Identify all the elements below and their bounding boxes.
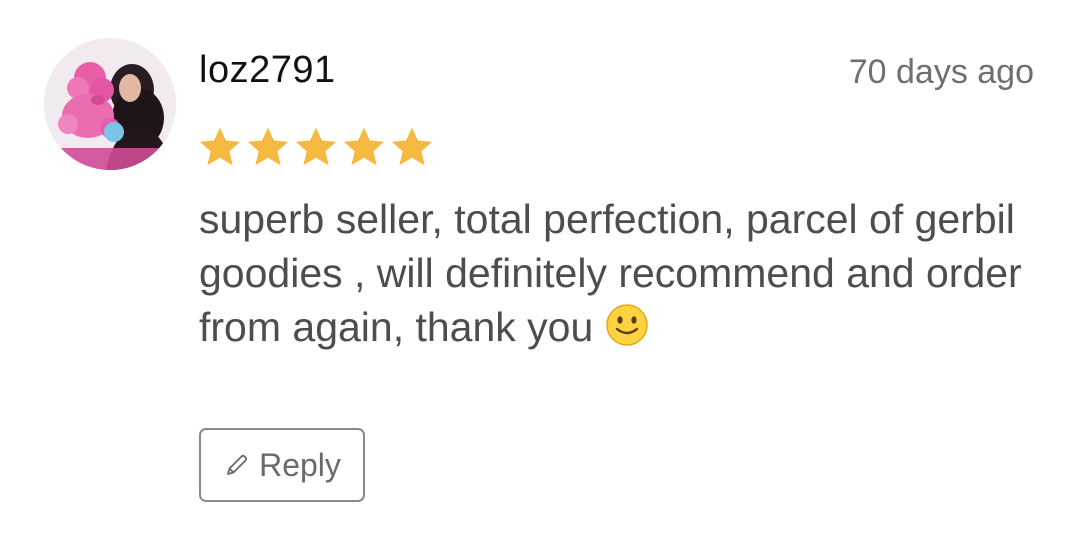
review-text: superb seller, total perfection, parcel … [199, 192, 1039, 354]
avatar[interactable] [44, 38, 176, 170]
star-icon [295, 127, 337, 166]
reply-button-label: Reply [259, 446, 341, 483]
slightly-smiling-face-icon [605, 303, 649, 347]
pencil-icon [227, 454, 248, 475]
star-icon [199, 127, 241, 166]
username[interactable]: loz2791 [199, 44, 336, 96]
review-timestamp: 70 days ago [848, 53, 1034, 91]
star-rating [197, 124, 435, 170]
avatar-photo [44, 38, 176, 170]
star-icon [343, 127, 385, 166]
reply-button[interactable]: Reply [199, 428, 365, 502]
star-icon [391, 127, 433, 166]
star-icon [247, 127, 289, 166]
review-card: loz2791 70 days ago superb seller, total… [0, 0, 1080, 540]
